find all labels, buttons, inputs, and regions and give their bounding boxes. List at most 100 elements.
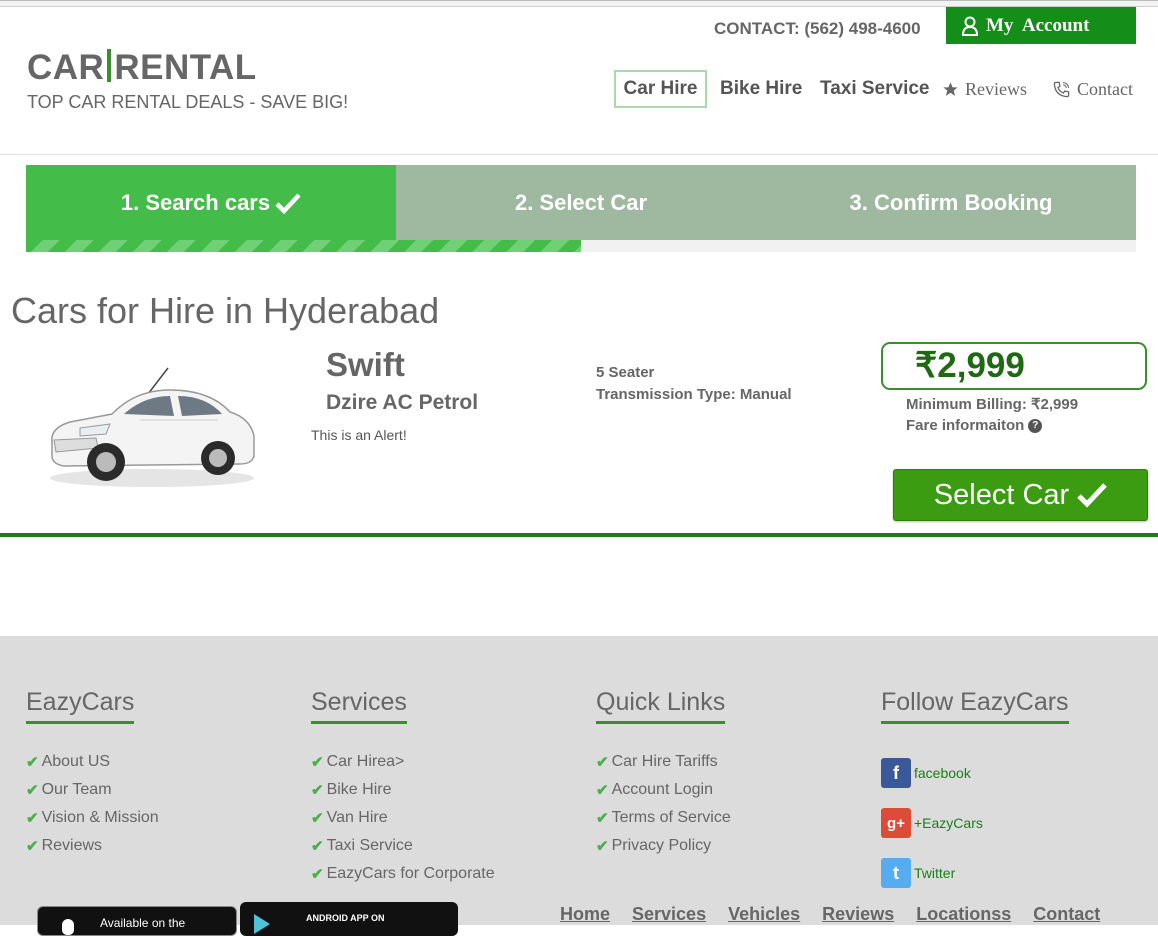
app-store-badge[interactable]: Available on the xyxy=(37,906,237,936)
footer-link-label: Vision & Mission xyxy=(41,809,159,826)
footer-bottom-nav: Home Services Vehicles Reviews Locations… xyxy=(560,904,1100,925)
footer-link[interactable]: ✔ Car Hire Tariffs xyxy=(596,748,731,776)
google-play-label: ANDROID APP ON xyxy=(306,913,385,923)
check-icon: ✔ xyxy=(311,838,324,855)
bottom-nav-services[interactable]: Services xyxy=(632,904,706,925)
google-plus-link[interactable]: g+ +EazyCars xyxy=(881,798,1069,848)
footer-link[interactable]: ✔ Terms of Service xyxy=(596,804,731,832)
footer-link-label: Our Team xyxy=(41,781,112,798)
footer-col-services: Services ✔ Car Hirea> ✔ Bike Hire ✔ Van Hir… xyxy=(311,688,495,888)
google-plus-label: +EazyCars xyxy=(914,815,983,831)
footer-col-quick-links: Quick Links ✔ Car Hire Tariffs ✔ Account L… xyxy=(596,688,731,860)
bottom-nav-reviews[interactable]: Reviews xyxy=(822,904,894,925)
nav-reviews-label: Reviews xyxy=(965,78,1027,99)
progress-bar-fill xyxy=(26,240,581,252)
social-links: f facebook g+ +EazyCars t Twitter xyxy=(881,748,1069,898)
footer-link[interactable]: ✔ Our Team xyxy=(26,776,159,804)
twitter-label: Twitter xyxy=(914,865,956,881)
logo-text-car: CAR xyxy=(27,48,105,87)
nav-bike-hire-label: Bike Hire xyxy=(720,78,803,99)
question-circle-icon[interactable]: ? xyxy=(1028,418,1043,433)
google-plus-icon: g+ xyxy=(881,808,911,838)
footer-link-label: Reviews xyxy=(41,837,103,854)
check-icon xyxy=(1077,483,1108,508)
footer-link[interactable]: ✔ Vision & Mission xyxy=(26,804,159,832)
footer-link[interactable]: ✔ About US xyxy=(26,748,159,776)
nav-contact-label: Contact xyxy=(1077,78,1133,99)
facebook-link[interactable]: f facebook xyxy=(881,748,1069,798)
footer-link[interactable]: ✔ Car Hirea> xyxy=(311,748,495,776)
my-account-label: My Account xyxy=(986,14,1090,36)
check-icon: ✔ xyxy=(26,754,39,771)
nav-car-hire[interactable]: Car Hire xyxy=(614,70,707,108)
step-2-label: 2. Select Car xyxy=(514,189,648,215)
step-select-car[interactable]: 2. Select Car xyxy=(396,165,766,240)
footer-link[interactable]: ✔ Account Login xyxy=(596,776,731,804)
price-box: ₹2,999 xyxy=(881,342,1147,390)
my-account-button[interactable]: My Account xyxy=(946,7,1136,44)
step-confirm-booking[interactable]: 3. Confirm Booking xyxy=(766,165,1136,240)
select-car-button[interactable]: Select Car xyxy=(893,469,1148,521)
nav-car-hire-label: Car Hire xyxy=(623,78,698,99)
facebook-label: facebook xyxy=(914,765,971,781)
step-search-cars[interactable]: 1. Search cars xyxy=(26,165,396,240)
check-icon xyxy=(275,192,301,214)
fare-information-label: Fare informaiton xyxy=(906,417,1025,434)
check-icon: ✔ xyxy=(26,838,39,855)
results-divider xyxy=(0,533,1158,537)
check-icon: ✔ xyxy=(596,782,609,799)
booking-steps: 1. Search cars 2. Select Car 3. Confirm … xyxy=(26,165,1136,240)
car-name: Swift xyxy=(326,346,405,383)
step-3-label: 3. Confirm Booking xyxy=(849,189,1053,215)
footer-link[interactable]: ✔ Privacy Policy xyxy=(596,832,731,860)
step-1-label: 1. Search cars xyxy=(120,189,271,215)
nav-contact[interactable]: Contact xyxy=(1052,70,1133,108)
price-value: ₹2,999 xyxy=(915,346,1025,385)
footer-link-label: Car Hirea> xyxy=(326,753,405,770)
check-icon: ✔ xyxy=(26,810,39,827)
check-icon: ✔ xyxy=(596,810,609,827)
check-icon: ✔ xyxy=(311,810,324,827)
car-image xyxy=(50,367,255,487)
footer-link[interactable]: ✔ Reviews xyxy=(26,832,159,860)
bottom-nav-locations[interactable]: Locationss xyxy=(916,904,1011,925)
check-icon: ✔ xyxy=(596,838,609,855)
footer-col-eazycars: EazyCars ✔ About US ✔ Our Team ✔ Vision & M… xyxy=(26,688,159,860)
contact-phone: CONTACT: (562) 498-4600 xyxy=(714,19,921,38)
footer-link[interactable]: ✔ Taxi Service xyxy=(311,832,495,860)
check-icon: ✔ xyxy=(26,782,39,799)
twitter-icon: t xyxy=(881,858,911,888)
logo-text-rental: RENTAL xyxy=(114,48,257,87)
bottom-nav-contact[interactable]: Contact xyxy=(1033,904,1100,925)
google-play-badge[interactable]: ANDROID APP ON xyxy=(240,902,458,936)
footer-link[interactable]: ✔ Van Hire xyxy=(311,804,495,832)
car-variant: Dzire AC Petrol xyxy=(326,391,479,414)
nav-reviews[interactable]: Reviews xyxy=(942,70,1027,108)
footer-heading-quick-links: Quick Links xyxy=(596,688,726,724)
app-store-label: Available on the xyxy=(100,916,186,930)
footer-link-label: Terms of Service xyxy=(611,809,731,826)
check-icon: ✔ xyxy=(311,754,324,771)
twitter-link[interactable]: t Twitter xyxy=(881,848,1069,898)
footer-link[interactable]: ✔ EazyCars for Corporate xyxy=(311,860,495,888)
footer-heading-eazycars: EazyCars xyxy=(26,688,135,724)
footer-link-label: Privacy Policy xyxy=(611,837,712,854)
top-border xyxy=(0,0,1158,7)
check-icon: ✔ xyxy=(311,782,324,799)
footer-col-follow: Follow EazyCars f facebook g+ +EazyCars tT… xyxy=(881,688,1069,898)
fare-information-link[interactable]: Fare informaiton ? xyxy=(906,417,1043,434)
footer-list-services: ✔ Car Hirea> ✔ Bike Hire ✔ Van Hire ✔ Taxi S… xyxy=(311,748,495,888)
footer-link-label: Van Hire xyxy=(326,809,388,826)
nav-bike-hire[interactable]: Bike Hire xyxy=(720,70,802,108)
logo-divider xyxy=(107,49,112,82)
footer-link[interactable]: ✔ Bike Hire xyxy=(311,776,495,804)
nav-taxi-service[interactable]: Taxi Service xyxy=(820,70,930,108)
car-seats: 5 Seater xyxy=(596,364,655,381)
phone-icon xyxy=(1053,81,1070,97)
bottom-nav-vehicles[interactable]: Vehicles xyxy=(728,904,800,925)
site-logo[interactable]: CAR RENTAL xyxy=(27,49,257,85)
user-icon xyxy=(962,16,978,36)
bottom-nav-home[interactable]: Home xyxy=(560,904,610,925)
footer-link-label: Taxi Service xyxy=(326,837,413,854)
facebook-icon: f xyxy=(881,758,911,788)
